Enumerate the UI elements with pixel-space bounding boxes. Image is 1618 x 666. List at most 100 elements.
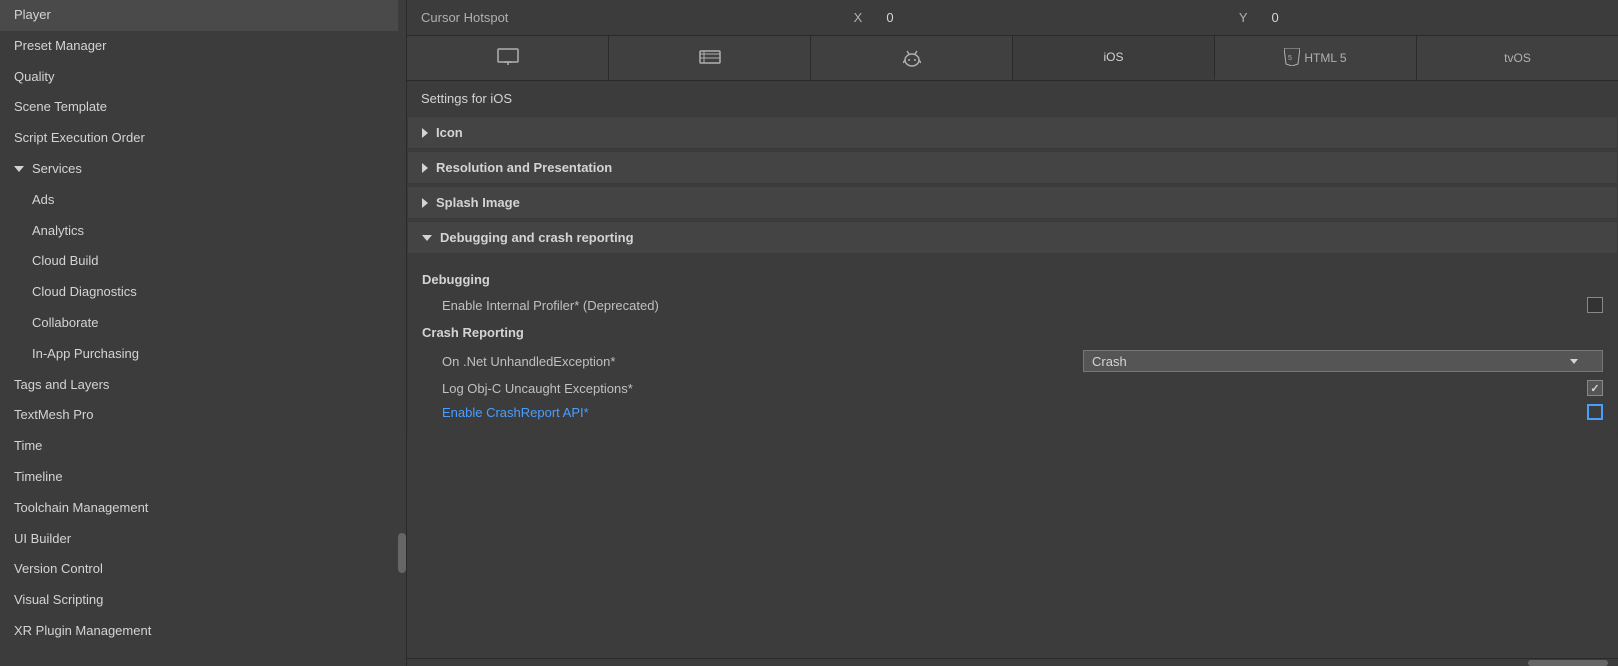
sidebar-item-time[interactable]: Time xyxy=(0,431,406,462)
platform-tab-desktop[interactable] xyxy=(407,36,609,80)
checkbox[interactable] xyxy=(1587,404,1603,420)
sidebar-item-label: Preset Manager xyxy=(14,38,107,53)
sidebar-item-in-app-purchasing[interactable]: In-App Purchasing xyxy=(0,339,406,370)
field-label[interactable]: Enable CrashReport API* xyxy=(442,405,1577,420)
field-label: Log Obj-C Uncaught Exceptions* xyxy=(442,381,1577,396)
scrollbar-track xyxy=(398,0,406,666)
section-title-splash: Splash Image xyxy=(436,195,520,210)
sidebar-item-label: Services xyxy=(32,159,82,180)
sidebar-item-label: Tags and Layers xyxy=(14,377,109,392)
sidebar-item-label: In-App Purchasing xyxy=(32,346,139,361)
sidebar-item-label: Version Control xyxy=(14,561,103,576)
platform-tab-tvos[interactable]: tvOS xyxy=(1417,36,1618,80)
sidebar-item-scene-template[interactable]: Scene Template xyxy=(0,92,406,123)
sidebar-item-label: Analytics xyxy=(32,223,84,238)
field-label: Enable Internal Profiler* (Deprecated) xyxy=(442,298,1577,313)
field-control[interactable] xyxy=(1587,404,1603,420)
field-row: On .Net UnhandledException* Crash xyxy=(422,346,1603,376)
sidebar-item-label: UI Builder xyxy=(14,531,71,546)
field-row: Enable Internal Profiler* (Deprecated) xyxy=(422,293,1603,317)
sidebar-item-quality[interactable]: Quality xyxy=(0,62,406,93)
sidebar-item-label: Visual Scripting xyxy=(14,592,103,607)
bottom-scrollbar-thumb[interactable] xyxy=(1528,660,1608,666)
dropdown-value: Crash xyxy=(1092,354,1127,369)
platform-tab-console[interactable] xyxy=(609,36,811,80)
sidebar-item-label: Collaborate xyxy=(32,315,99,330)
section-header-debugging[interactable]: Debugging and crash reporting xyxy=(407,221,1618,254)
sidebar-item-label: Cloud Diagnostics xyxy=(32,284,137,299)
section-title-debugging: Debugging and crash reporting xyxy=(440,230,634,245)
sidebar: Player Preset Manager Quality Scene Templat… xyxy=(0,0,407,666)
section-header-resolution[interactable]: Resolution and Presentation xyxy=(407,151,1618,184)
sidebar-item-textmesh-pro[interactable]: TextMesh Pro xyxy=(0,400,406,431)
y-value: 0 xyxy=(1272,10,1279,25)
bottom-scrollbar[interactable] xyxy=(407,658,1618,666)
sidebar-item-label: Timeline xyxy=(14,469,63,484)
sidebar-item-label: TextMesh Pro xyxy=(14,407,93,422)
dropdown[interactable]: Crash xyxy=(1083,350,1603,372)
sidebar-item-script-execution-order[interactable]: Script Execution Order xyxy=(0,123,406,154)
sidebar-item-tags-and-layers[interactable]: Tags and Layers xyxy=(0,370,406,401)
sidebar-item-toolchain-management[interactable]: Toolchain Management xyxy=(0,493,406,524)
android-icon xyxy=(903,47,921,70)
sidebar-item-label: XR Plugin Management xyxy=(14,623,151,638)
field-row: Enable CrashReport API* xyxy=(422,400,1603,424)
y-label: Y xyxy=(1239,10,1248,25)
scrollbar-thumb[interactable] xyxy=(398,533,406,573)
field-control[interactable] xyxy=(1587,297,1603,313)
platform-tabs: iOS 5 HTML 5 tvOS xyxy=(407,36,1618,81)
section-header-icon[interactable]: Icon xyxy=(407,116,1618,149)
section-header-splash[interactable]: Splash Image xyxy=(407,186,1618,219)
content-area: Settings for iOS Icon Resolution and Pres… xyxy=(407,81,1618,658)
x-value: 0 xyxy=(886,10,893,25)
platform-tab-html5-label: HTML 5 xyxy=(1304,51,1346,65)
sidebar-item-player[interactable]: Player xyxy=(0,0,406,31)
sidebar-item-services[interactable]: Services xyxy=(0,154,406,185)
platform-tab-tvos-label: tvOS xyxy=(1504,51,1531,65)
field-control[interactable] xyxy=(1587,380,1603,396)
sidebar-item-cloud-build[interactable]: Cloud Build xyxy=(0,246,406,277)
platform-tab-android[interactable] xyxy=(811,36,1013,80)
sidebar-item-label: Ads xyxy=(32,192,54,207)
platform-tab-html5[interactable]: 5 HTML 5 xyxy=(1215,36,1417,80)
sidebar-item-label: Cloud Build xyxy=(32,253,99,268)
console-icon xyxy=(699,49,721,68)
sidebar-item-collaborate[interactable]: Collaborate xyxy=(0,308,406,339)
sidebar-item-timeline[interactable]: Timeline xyxy=(0,462,406,493)
sidebar-item-label: Time xyxy=(14,438,42,453)
sidebar-item-ui-builder[interactable]: UI Builder xyxy=(0,524,406,555)
svg-text:5: 5 xyxy=(1288,55,1292,62)
sidebar-item-ads[interactable]: Ads xyxy=(0,185,406,216)
section-arrow-resolution xyxy=(422,163,428,173)
field-row: Log Obj-C Uncaught Exceptions* xyxy=(422,376,1603,400)
dropdown-arrow-icon xyxy=(1570,359,1578,364)
sidebar-item-label: Toolchain Management xyxy=(14,500,148,515)
sidebar-item-analytics[interactable]: Analytics xyxy=(0,216,406,247)
checkbox[interactable] xyxy=(1587,297,1603,313)
checkbox[interactable] xyxy=(1587,380,1603,396)
subsection-title-crash-reporting: Crash Reporting xyxy=(422,325,1603,340)
sidebar-item-label: Player xyxy=(14,7,51,22)
header-row: Cursor Hotspot X 0 Y 0 xyxy=(407,0,1618,36)
sidebar-item-cloud-diagnostics[interactable]: Cloud Diagnostics xyxy=(0,277,406,308)
sidebar-item-visual-scripting[interactable]: Visual Scripting xyxy=(0,585,406,616)
field-control[interactable]: Crash xyxy=(1083,350,1603,372)
sidebar-item-xr-plugin-management[interactable]: XR Plugin Management xyxy=(0,616,406,647)
cursor-hotspot-label: Cursor Hotspot xyxy=(421,10,508,25)
x-label: X xyxy=(854,10,863,25)
platform-tab-ios[interactable]: iOS xyxy=(1013,36,1215,80)
settings-for-label: Settings for iOS xyxy=(407,81,1618,114)
section-arrow-icon xyxy=(422,128,428,138)
main-panel: Cursor Hotspot X 0 Y 0 iOS 5 HTML 5 tvOS Se… xyxy=(407,0,1618,666)
sidebar-item-label: Scene Template xyxy=(14,99,107,114)
sidebar-item-label: Script Execution Order xyxy=(14,130,145,145)
desktop-icon xyxy=(497,48,519,69)
sidebar-item-version-control[interactable]: Version Control xyxy=(0,554,406,585)
platform-tab-ios-label: iOS xyxy=(1103,50,1123,64)
html5-icon: 5 xyxy=(1284,48,1300,69)
expand-arrow-icon xyxy=(14,166,24,172)
field-label: On .Net UnhandledException* xyxy=(442,354,1073,369)
section-title-icon: Icon xyxy=(436,125,463,140)
sidebar-item-preset-manager[interactable]: Preset Manager xyxy=(0,31,406,62)
section-title-resolution: Resolution and Presentation xyxy=(436,160,612,175)
